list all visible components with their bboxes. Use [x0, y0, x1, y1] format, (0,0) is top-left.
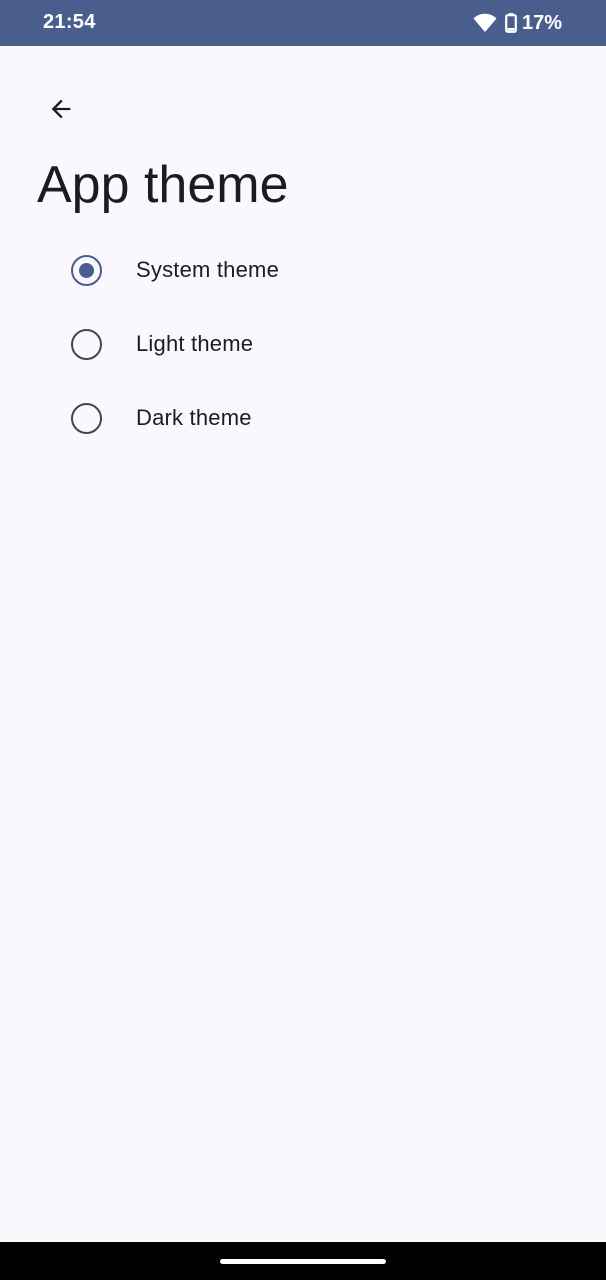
arrow-back-icon [51, 99, 71, 119]
option-label: Dark theme [136, 405, 252, 430]
radio-button-selected[interactable] [71, 254, 102, 286]
back-button[interactable] [38, 86, 84, 132]
option-system-theme[interactable]: System theme [0, 233, 606, 307]
option-light-theme[interactable]: Light theme [0, 307, 606, 381]
status-bar: 21:54 17% [0, 0, 606, 46]
theme-options: System theme Light theme Dark theme [0, 233, 606, 455]
option-dark-theme[interactable]: Dark theme [0, 381, 606, 455]
option-label: Light theme [136, 331, 254, 356]
page-title: App theme [37, 156, 289, 214]
navigation-bar [0, 1242, 606, 1280]
battery-icon [505, 13, 517, 33]
wifi-icon [473, 13, 497, 32]
home-gesture-handle[interactable] [220, 1259, 386, 1264]
status-icons: 17% [473, 12, 562, 34]
battery-percent: 17% [521, 11, 562, 34]
status-time: 21:54 [43, 11, 96, 33]
radio-dot [79, 262, 94, 278]
radio-button[interactable] [71, 328, 102, 360]
radio-button[interactable] [71, 402, 102, 434]
option-label: System theme [136, 257, 280, 282]
